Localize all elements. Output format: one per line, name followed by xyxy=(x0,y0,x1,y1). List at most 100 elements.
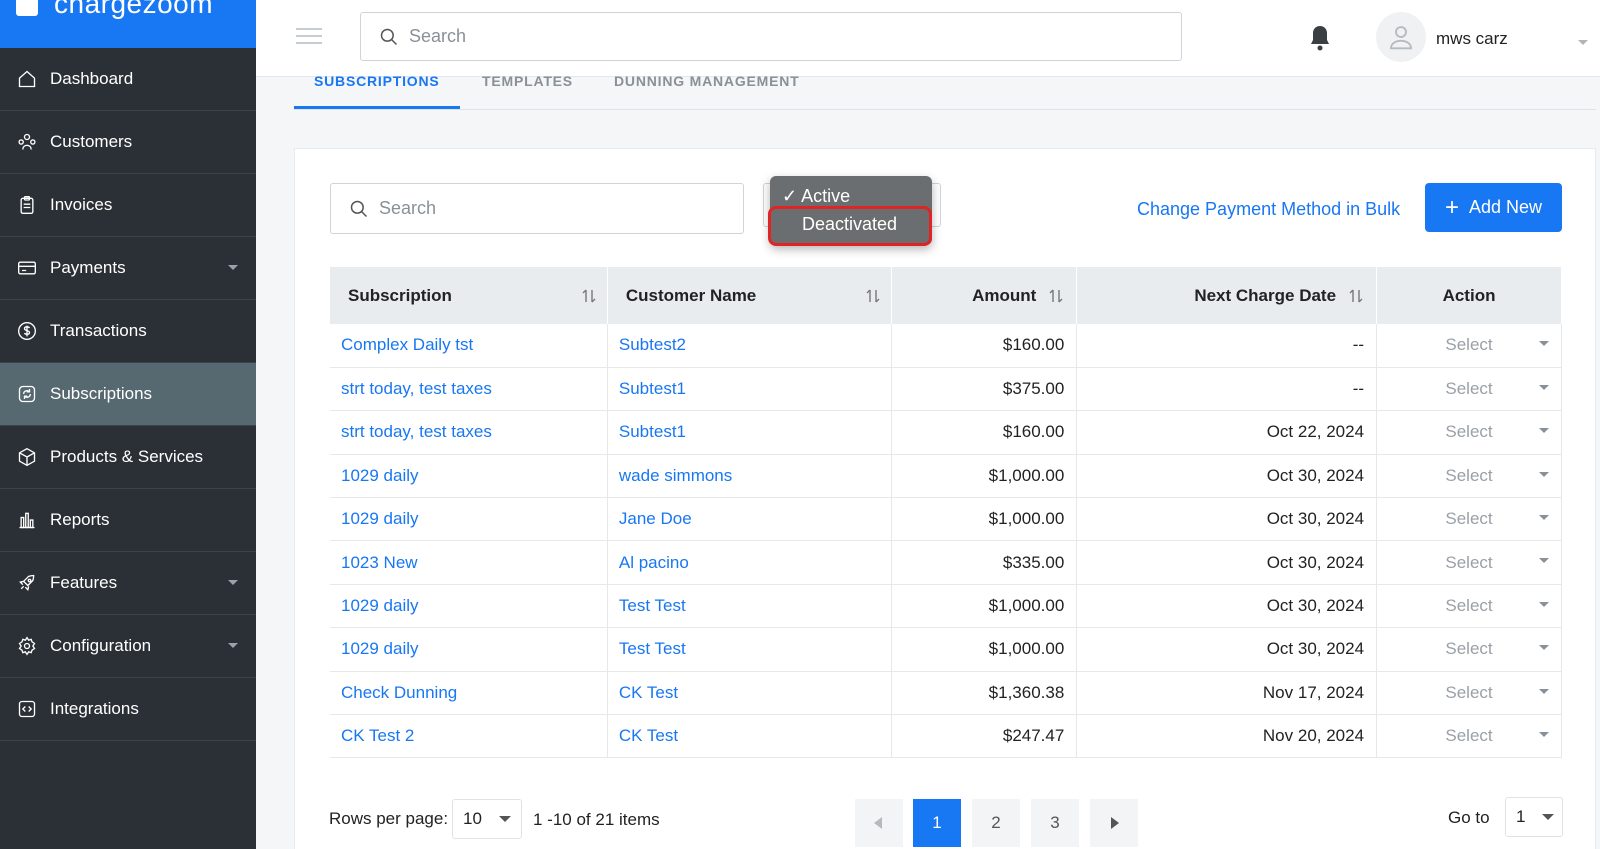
next-page-button[interactable] xyxy=(1090,799,1138,847)
sidebar-item-products-services[interactable]: Products & Services xyxy=(0,426,256,489)
logo-icon xyxy=(16,0,38,16)
customer-link[interactable]: Subtest2 xyxy=(607,324,893,368)
action-select[interactable]: Select xyxy=(1376,497,1562,542)
box-icon xyxy=(16,446,38,468)
subscription-link[interactable]: CK Test 2 xyxy=(330,714,608,759)
column-header-action: Action xyxy=(1376,267,1562,324)
chevron-down-icon[interactable] xyxy=(1578,40,1588,45)
subscription-link[interactable]: strt today, test taxes xyxy=(330,410,608,455)
action-select[interactable]: Select xyxy=(1376,540,1562,585)
chevron-down-icon xyxy=(499,816,511,822)
subscription-link[interactable]: strt today, test taxes xyxy=(330,367,608,412)
chevron-down-icon xyxy=(1539,341,1549,346)
sidebar-item-features[interactable]: Features xyxy=(0,552,256,615)
tab-dunning-management[interactable]: DUNNING MANAGEMENT xyxy=(594,74,820,109)
tab-subscriptions[interactable]: SUBSCRIPTIONS xyxy=(294,74,460,109)
sort-icon[interactable] xyxy=(1348,288,1364,304)
logo-text: chargezoom xyxy=(54,0,214,19)
chevron-right-icon xyxy=(1111,817,1119,829)
subscription-link[interactable]: 1029 daily xyxy=(330,627,608,672)
customer-link[interactable]: CK Test xyxy=(607,714,893,759)
code-icon xyxy=(16,698,38,720)
change-payment-method-bulk-link[interactable]: Change Payment Method in Bulk xyxy=(1137,199,1400,220)
sidebar-item-configuration[interactable]: Configuration xyxy=(0,615,256,678)
prev-page-button[interactable] xyxy=(855,799,903,847)
customer-link[interactable]: Jane Doe xyxy=(607,497,893,542)
subscription-link[interactable]: Check Dunning xyxy=(330,671,608,716)
users-icon xyxy=(16,131,38,153)
sort-icon[interactable] xyxy=(1048,288,1064,304)
column-header-subscription[interactable]: Subscription xyxy=(330,267,608,324)
column-header-next-charge-date[interactable]: Next Charge Date xyxy=(1076,267,1378,324)
sidebar-item-subscriptions[interactable]: Subscriptions xyxy=(0,363,256,426)
customer-link[interactable]: Test Test xyxy=(607,584,893,629)
tab-templates[interactable]: TEMPLATES xyxy=(462,74,593,109)
customer-link[interactable]: Test Test xyxy=(607,627,893,672)
sidebar-item-reports[interactable]: Reports xyxy=(0,489,256,552)
action-select[interactable]: Select xyxy=(1376,584,1562,629)
subscription-link[interactable]: 1029 daily xyxy=(330,584,608,629)
goto-page-select[interactable]: 1 xyxy=(1505,797,1563,837)
column-header-customer-name[interactable]: Customer Name xyxy=(607,267,893,324)
customer-link[interactable]: Al pacino xyxy=(607,540,893,585)
amount-cell: $1,000.00 xyxy=(891,497,1078,542)
next-charge-cell: Oct 30, 2024 xyxy=(1076,454,1378,499)
sidebar-item-integrations[interactable]: Integrations xyxy=(0,678,256,741)
next-charge-cell: Oct 22, 2024 xyxy=(1076,410,1378,455)
sidebar-item-invoices[interactable]: Invoices xyxy=(0,174,256,237)
page-button-1[interactable]: 1 xyxy=(913,799,961,847)
rows-per-page-label: Rows per page: xyxy=(329,809,449,828)
page-button-2[interactable]: 2 xyxy=(972,799,1020,847)
next-charge-cell: Nov 20, 2024 xyxy=(1076,714,1378,759)
column-header-amount[interactable]: Amount xyxy=(891,267,1078,324)
sidebar-item-payments[interactable]: Payments xyxy=(0,237,256,300)
action-select[interactable]: Select xyxy=(1376,627,1562,672)
sidebar-item-label: Customers xyxy=(50,132,133,151)
customer-link[interactable]: Subtest1 xyxy=(607,410,893,455)
table-row: 1023 New Al pacino $335.00 Oct 30, 2024 … xyxy=(330,540,1562,585)
chevron-down-icon xyxy=(1539,515,1549,521)
global-search-input[interactable]: Search xyxy=(360,12,1182,61)
action-select[interactable]: Select xyxy=(1376,367,1562,412)
chevron-down-icon xyxy=(228,265,238,270)
sidebar-item-dashboard[interactable]: Dashboard xyxy=(0,48,256,111)
menu-toggle-icon[interactable] xyxy=(296,28,322,46)
action-select[interactable]: Select xyxy=(1376,714,1562,759)
table-row: strt today, test taxes Subtest1 $160.00 … xyxy=(330,410,1562,455)
table-row: 1029 daily Jane Doe $1,000.00 Oct 30, 20… xyxy=(330,497,1562,542)
status-dropdown-menu: ✓ Active Deactivated xyxy=(768,176,932,246)
sort-icon[interactable] xyxy=(581,288,597,304)
dropdown-option-active[interactable]: ✓ Active xyxy=(782,186,850,207)
subscription-link[interactable]: 1029 daily xyxy=(330,497,608,542)
subscription-search-input[interactable]: Search xyxy=(330,183,744,234)
sort-icon[interactable] xyxy=(865,288,881,304)
action-select[interactable]: Select xyxy=(1376,454,1562,499)
sidebar-item-transactions[interactable]: Transactions xyxy=(0,300,256,363)
subscription-link[interactable]: 1023 New xyxy=(330,540,608,585)
next-charge-cell: Nov 17, 2024 xyxy=(1076,671,1378,716)
clipboard-icon xyxy=(16,194,38,216)
amount-cell: $1,000.00 xyxy=(891,627,1078,672)
customer-link[interactable]: CK Test xyxy=(607,671,893,716)
subscription-link[interactable]: Complex Daily tst xyxy=(330,324,608,368)
add-new-button[interactable]: + Add New xyxy=(1425,183,1562,232)
action-select[interactable]: Select xyxy=(1376,324,1562,368)
next-charge-cell: Oct 30, 2024 xyxy=(1076,540,1378,585)
subscription-link[interactable]: 1029 daily xyxy=(330,454,608,499)
rows-per-page-select[interactable]: 10 xyxy=(452,799,522,839)
bell-icon[interactable] xyxy=(1308,24,1332,52)
top-header: Search mws carz xyxy=(256,0,1600,77)
action-select[interactable]: Select xyxy=(1376,410,1562,455)
table-row: Check Dunning CK Test $1,360.38 Nov 17, … xyxy=(330,671,1562,716)
bar-chart-icon xyxy=(16,509,38,531)
items-range-label: 1 -10 of 21 items xyxy=(533,810,660,829)
page-button-3[interactable]: 3 xyxy=(1031,799,1079,847)
sidebar-item-customers[interactable]: Customers xyxy=(0,111,256,174)
chevron-down-icon xyxy=(1539,645,1549,651)
customer-link[interactable]: Subtest1 xyxy=(607,367,893,412)
rocket-icon xyxy=(16,572,38,594)
customer-link[interactable]: wade simmons xyxy=(607,454,893,499)
action-select[interactable]: Select xyxy=(1376,671,1562,716)
user-name[interactable]: mws carz xyxy=(1436,29,1508,49)
avatar[interactable] xyxy=(1376,12,1426,62)
